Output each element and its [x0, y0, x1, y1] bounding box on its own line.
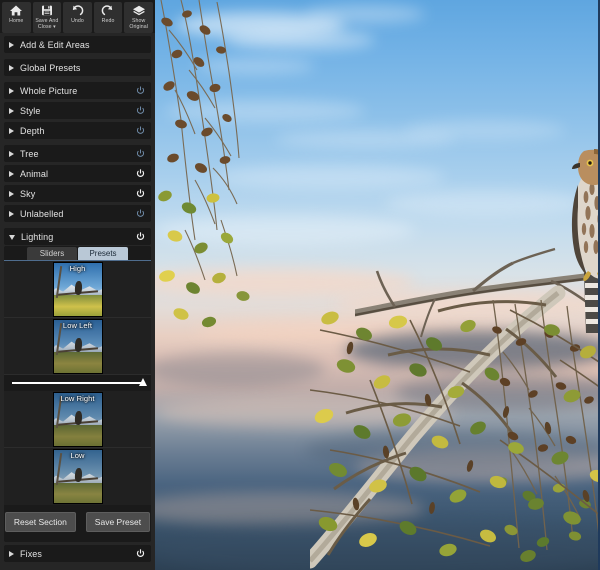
sidebar-item-label: Add & Edit Areas: [20, 39, 90, 50]
chevron-right-icon: [9, 190, 14, 197]
reset-section-button[interactable]: Reset Section: [4, 512, 76, 532]
preset-thumbnail: Low Right: [53, 392, 102, 446]
save-and-close-button[interactable]: Save And Close ▾: [32, 2, 62, 33]
sidebar-item-label: Style: [20, 105, 41, 116]
save-icon: [41, 5, 52, 16]
tab-presets[interactable]: Presets: [78, 247, 128, 260]
sidebar-item-label: Tree: [20, 148, 39, 159]
chevron-right-icon: [9, 550, 14, 557]
save-preset-button[interactable]: Save Preset: [85, 512, 151, 532]
power-toggle-icon[interactable]: [136, 126, 145, 135]
thumb-bird: [74, 337, 82, 352]
sidebar-panel: Home Save And Close ▾ Undo Redo Show Ori…: [0, 0, 155, 570]
preset-item-low[interactable]: Low: [4, 448, 151, 505]
preset-label: High: [69, 263, 86, 273]
chevron-right-icon: [9, 41, 14, 48]
fixes-rows: Fixes: [0, 545, 155, 562]
cloud: [405, 120, 565, 140]
save-and-close-button-label: Save And Close ▾: [35, 18, 59, 30]
toolbar: Home Save And Close ▾ Undo Redo Show Ori…: [0, 0, 155, 33]
chevron-right-icon: [9, 210, 14, 217]
sidebar-item-style[interactable]: Style: [4, 102, 151, 119]
chevron-right-icon: [9, 127, 14, 134]
home-icon: [10, 5, 23, 16]
slider-handle[interactable]: [139, 378, 147, 386]
sidebar-item-label: Animal: [20, 168, 49, 179]
sidebar-item-label: Unlabelled: [20, 208, 64, 219]
tab-sliders[interactable]: Sliders: [27, 247, 77, 260]
redo-button-label: Redo: [101, 18, 115, 24]
chevron-right-icon: [9, 107, 14, 114]
chevron-right-icon: [9, 150, 14, 157]
sidebar-item-label: Sky: [20, 188, 36, 199]
power-toggle-icon[interactable]: [136, 549, 145, 558]
preset-item-low-left[interactable]: Low Left: [4, 318, 151, 375]
preset-label: Low: [70, 451, 85, 460]
sidebar-item-label: Fixes: [20, 548, 43, 559]
sidebar-item-unlabelled[interactable]: Unlabelled: [4, 205, 151, 222]
app-window: Home Save And Close ▾ Undo Redo Show Ori…: [0, 0, 600, 570]
lighting-tabs: Sliders Presets: [4, 246, 151, 261]
preset-thumbnail: High: [53, 262, 102, 316]
sidebar-item-fixes[interactable]: Fixes: [4, 545, 151, 562]
lighting-section-body: Sliders Presets High Low Left Low Right …: [4, 246, 151, 542]
preset-label: Low Right: [60, 393, 95, 403]
sidebar-item-label: Lighting: [21, 231, 54, 242]
thumb-ground: [53, 482, 102, 503]
layers-icon: [132, 5, 145, 16]
sidebar-item-sky[interactable]: Sky: [4, 185, 151, 202]
power-toggle-icon[interactable]: [136, 209, 145, 218]
chevron-right-icon: [9, 87, 14, 94]
thumb-bird: [74, 467, 82, 483]
sidebar-item-label: Whole Picture: [20, 85, 78, 96]
thumb-ground: [53, 352, 102, 373]
panel-rows: Add & Edit Areas Global Presets Whole Pi…: [0, 33, 155, 245]
show-original-button-label: Show Original: [129, 18, 149, 30]
redo-button[interactable]: Redo: [93, 2, 123, 33]
preset-strength-slider[interactable]: [12, 375, 147, 391]
sidebar-item-global-presets[interactable]: Global Presets: [4, 59, 151, 76]
birch-twigs-upper: [158, 0, 250, 328]
show-original-button[interactable]: Show Original: [124, 2, 153, 33]
preset-item-high[interactable]: High: [4, 261, 151, 318]
preset-label: Low Left: [62, 320, 93, 330]
chevron-right-icon: [9, 170, 14, 177]
power-toggle-icon[interactable]: [136, 169, 145, 178]
power-toggle-icon[interactable]: [136, 189, 145, 198]
chevron-right-icon: [9, 64, 14, 71]
thumb-ground: [53, 295, 102, 316]
sidebar-item-lighting[interactable]: Lighting: [4, 228, 151, 245]
undo-button[interactable]: Undo: [63, 2, 92, 33]
power-toggle-icon[interactable]: [136, 232, 145, 241]
power-toggle-icon[interactable]: [136, 106, 145, 115]
thumb-bird: [74, 410, 82, 425]
sidebar-item-tree[interactable]: Tree: [4, 145, 151, 162]
home-button[interactable]: Home: [2, 2, 31, 33]
sidebar-item-label: Depth: [20, 125, 45, 136]
slider-track: [12, 378, 147, 386]
sidebar-item-depth[interactable]: Depth: [4, 122, 151, 139]
redo-icon: [101, 5, 113, 16]
power-toggle-icon[interactable]: [136, 149, 145, 158]
preset-thumbnail: Low: [53, 450, 102, 503]
undo-button-label: Undo: [71, 18, 84, 24]
undo-icon: [73, 5, 84, 16]
thumb-bird: [74, 280, 82, 295]
sidebar-item-add-edit-areas[interactable]: Add & Edit Areas: [4, 36, 151, 53]
thumb-ground: [53, 425, 102, 446]
image-canvas[interactable]: [155, 0, 600, 570]
cloud: [305, 5, 425, 23]
preset-item-low-right[interactable]: Low Right: [4, 391, 151, 448]
foliage-canopy: [310, 309, 600, 562]
preset-thumbnail: Low Left: [53, 319, 102, 373]
chevron-down-icon: [9, 234, 15, 240]
sidebar-item-label: Global Presets: [20, 62, 81, 73]
sidebar-item-whole-picture[interactable]: Whole Picture: [4, 82, 151, 99]
power-toggle-icon[interactable]: [136, 86, 145, 95]
home-button-label: Home: [9, 18, 24, 24]
sidebar-item-animal[interactable]: Animal: [4, 165, 151, 182]
section-buttons: Reset Section Save Preset: [4, 505, 151, 536]
